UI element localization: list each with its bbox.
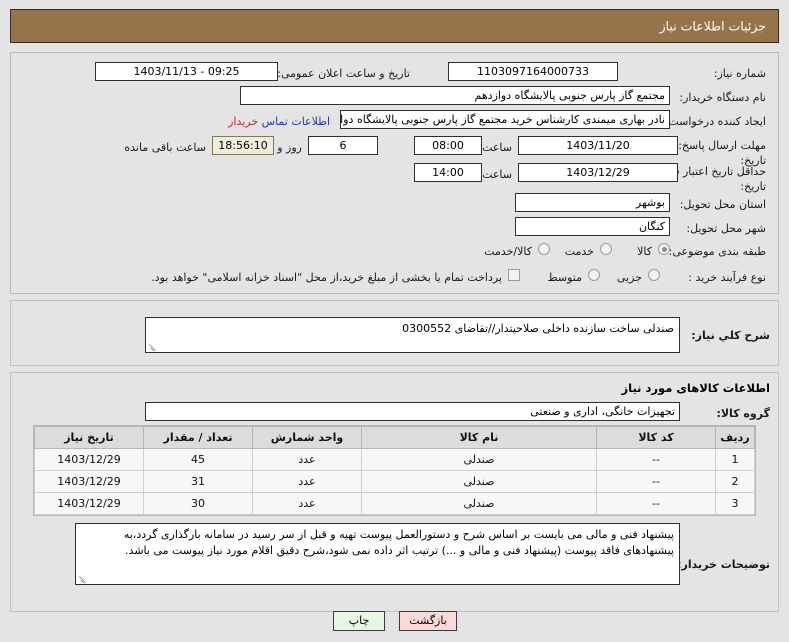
province-label: استان محل تحویل:: [679, 198, 766, 211]
goods-table-wrapper: ردیف کد کالا نام کالا واحد شمارش تعداد /…: [33, 425, 756, 516]
need-description-value: صندلی ساخت سازنده داخلی صلاحیتدار//تقاضا…: [402, 322, 674, 335]
need-details-page: AriaTender.net جزئیات اطلاعات نیاز شماره…: [0, 0, 789, 642]
goods-panel: اطلاعات کالاهای مورد نیاز گروه کالا: تجه…: [10, 372, 779, 612]
treasury-bond-label: پرداخت تمام یا بخشی از مبلغ خرید،از محل …: [151, 271, 502, 284]
price-validity-time-value: 14:00: [414, 163, 482, 182]
goods-table-body: 1 -- صندلی عدد 45 1403/12/29 2 -- صندلی عدد 31 1403…: [34, 448, 755, 515]
public-announce-label: تاریخ و ساعت اعلان عمومی:: [277, 67, 410, 80]
requester-label: ایجاد کننده درخواست:: [664, 115, 766, 128]
buyer-org-value: مجتمع گاز پارس جنوبی پالایشگاه دوازدهم: [240, 86, 670, 105]
cell-code: --: [596, 470, 716, 493]
table-row: 2 -- صندلی عدد 31 1403/12/29: [34, 470, 755, 493]
goods-group-label: گروه کالا:: [716, 407, 770, 420]
page-header: جزئیات اطلاعات نیاز: [10, 9, 779, 43]
process-type-label: نوع فرآیند خرید :: [688, 271, 766, 284]
city-value: کنگان: [515, 217, 670, 236]
resize-grip-icon[interactable]: [148, 342, 157, 351]
col-header-code: کد کالا: [596, 426, 716, 449]
description-panel: شرح کلي نیاز: صندلی ساخت سازنده داخلی صل…: [10, 300, 779, 366]
remaining-days-label: روز و: [277, 141, 302, 154]
radio-classification-kala-khedmat-label: کالا/خدمت: [484, 245, 532, 258]
col-header-row: ردیف: [715, 426, 755, 449]
remaining-clock-label: ساعت باقی مانده: [124, 141, 206, 154]
cell-row: 3: [715, 492, 755, 515]
buyer-notes-label: توضیحات خریدار:: [677, 558, 770, 571]
goods-table: ردیف کد کالا نام کالا واحد شمارش تعداد /…: [34, 426, 755, 515]
cell-qty: 45: [143, 448, 253, 471]
page-title: جزئیات اطلاعات نیاز: [659, 18, 766, 34]
cell-name: صندلی: [361, 470, 597, 493]
buyer-notes-textarea[interactable]: پیشنهاد فنی و مالی می بایست بر اساس شرح …: [75, 523, 680, 585]
goods-group-value: تجهیزات خانگی، اداری و صنعتی: [145, 402, 680, 421]
public-announce-value: 1403/11/13 - 09:25: [95, 62, 278, 81]
radio-process-jozee-label: جزیی: [616, 271, 642, 284]
notes-resize-grip-icon[interactable]: [78, 574, 87, 583]
deadline-date-value: 1403/11/20: [518, 136, 678, 155]
need-description-textarea[interactable]: صندلی ساخت سازنده داخلی صلاحیتدار//تقاضا…: [145, 317, 680, 353]
table-header-row: ردیف کد کالا نام کالا واحد شمارش تعداد /…: [34, 426, 755, 449]
buyer-notes-value: پیشنهاد فنی و مالی می بایست بر اساس شرح …: [123, 528, 674, 557]
classification-label: طبقه بندی موضوعی:: [668, 245, 766, 258]
cell-row: 1: [715, 448, 755, 471]
buyer-contact-link[interactable]: اطلاعات تماس خریدار: [228, 115, 330, 128]
cell-unit: عدد: [252, 470, 362, 493]
deadline-label-line1: مهلت ارسال پاسخ: تا: [668, 139, 766, 152]
radio-classification-khedmat[interactable]: [600, 243, 612, 255]
main-info-panel: شماره نیاز: 1103097164000733 تاریخ و ساع…: [10, 52, 779, 294]
requester-value: نادر بهاری میمندی کارشناس خرید مجتمع گاز…: [340, 110, 670, 129]
col-header-qty: تعداد / مقدار: [143, 426, 253, 449]
radio-classification-kala-label: کالا: [637, 245, 652, 258]
cell-qty: 31: [143, 470, 253, 493]
buyer-contact-link-text2: خریدار: [228, 115, 259, 128]
cell-code: --: [596, 448, 716, 471]
cell-name: صندلی: [361, 492, 597, 515]
radio-process-motavaset-label: متوسط: [547, 271, 582, 284]
buyer-org-label: نام دستگاه خریدار:: [679, 91, 766, 104]
cell-date: 1403/12/29: [34, 492, 144, 515]
city-label: شهر محل تحویل:: [686, 222, 766, 235]
deadline-hour-label: ساعت: [482, 141, 512, 154]
table-row: 3 -- صندلی عدد 30 1403/12/29: [34, 492, 755, 515]
radio-process-motavaset[interactable]: [588, 269, 600, 281]
price-validity-date-value: 1403/12/29: [518, 163, 678, 182]
radio-process-jozee[interactable]: [648, 269, 660, 281]
radio-classification-kala-khedmat[interactable]: [538, 243, 550, 255]
table-row: 1 -- صندلی عدد 45 1403/12/29: [34, 448, 755, 471]
radio-classification-khedmat-label: خدمت: [564, 245, 594, 258]
back-button[interactable]: بازگشت: [399, 611, 457, 631]
col-header-unit: واحد شمارش: [252, 426, 362, 449]
need-description-label: شرح کلي نیاز:: [691, 329, 770, 342]
cell-row: 2: [715, 470, 755, 493]
col-header-name: نام کالا: [361, 426, 597, 449]
cell-name: صندلی: [361, 448, 597, 471]
buyer-contact-link-text1: اطلاعات تماس: [261, 115, 330, 128]
print-button[interactable]: چاپ: [333, 611, 385, 631]
need-number-value: 1103097164000733: [448, 62, 618, 81]
cell-date: 1403/12/29: [34, 470, 144, 493]
province-value: بوشهر: [515, 193, 670, 212]
cell-unit: عدد: [252, 448, 362, 471]
col-header-date: تاریخ نیاز: [34, 426, 144, 449]
remaining-clock-value: 18:56:10: [212, 136, 274, 155]
cell-code: --: [596, 492, 716, 515]
cell-unit: عدد: [252, 492, 362, 515]
price-validity-label-line2: تاریخ:: [740, 180, 766, 193]
cell-qty: 30: [143, 492, 253, 515]
treasury-bond-checkbox[interactable]: [508, 269, 520, 281]
goods-section-title: اطلاعات کالاهای مورد نیاز: [621, 381, 770, 395]
cell-date: 1403/12/29: [34, 448, 144, 471]
price-validity-hour-label: ساعت: [482, 168, 512, 181]
remaining-days-value: 6: [308, 136, 378, 155]
deadline-time-value: 08:00: [414, 136, 482, 155]
need-number-label: شماره نیاز:: [713, 67, 766, 80]
